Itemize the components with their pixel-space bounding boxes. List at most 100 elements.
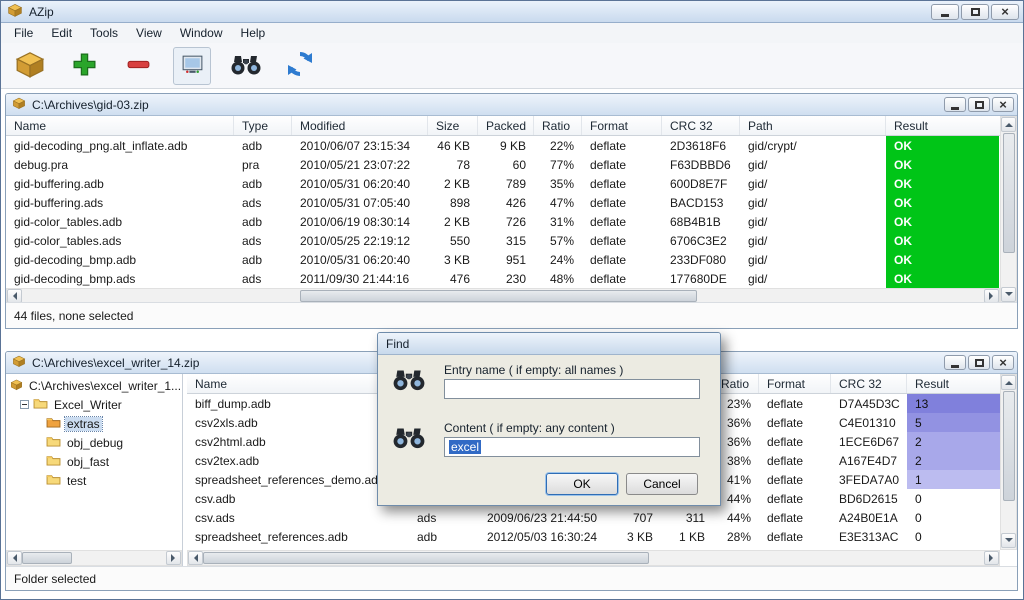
file-row[interactable]: gid-buffering.ads ads 2010/05/31 07:05:4… bbox=[6, 193, 1000, 212]
scroll-thumb[interactable] bbox=[300, 290, 697, 302]
column-header-size[interactable]: Size bbox=[428, 116, 478, 135]
cell-modified: 2011/09/30 21:44:16 bbox=[292, 269, 428, 288]
remove-entries-button[interactable] bbox=[119, 47, 157, 85]
cell-modified: 2010/05/31 07:05:40 bbox=[292, 193, 428, 212]
column-header-name[interactable]: Name bbox=[187, 374, 409, 393]
cancel-button[interactable]: Cancel bbox=[626, 473, 698, 495]
excel-close-button[interactable] bbox=[992, 355, 1014, 370]
archive-window-gid03: C:\Archives\gid-03.zip Name Type Modifie… bbox=[5, 93, 1018, 329]
scroll-down-button[interactable] bbox=[1001, 287, 1016, 302]
menu-item[interactable]: Tools bbox=[81, 24, 127, 42]
scroll-left-button[interactable] bbox=[7, 289, 22, 303]
minimize-button[interactable] bbox=[931, 4, 959, 20]
scroll-right-button[interactable] bbox=[166, 551, 181, 565]
menu-item[interactable]: Window bbox=[171, 24, 232, 42]
tree-subfolder[interactable]: extras bbox=[6, 414, 182, 433]
scroll-thumb[interactable] bbox=[22, 552, 72, 564]
file-row[interactable]: gid-decoding_bmp.adb adb 2010/05/31 06:2… bbox=[6, 250, 1000, 269]
cell-result: OK bbox=[886, 155, 999, 174]
menu-item[interactable]: File bbox=[5, 24, 42, 42]
file-row[interactable]: gid-color_tables.ads ads 2010/05/25 22:1… bbox=[6, 231, 1000, 250]
tree-subfolder[interactable]: obj_debug bbox=[6, 433, 182, 452]
column-header-format[interactable]: Format bbox=[759, 374, 831, 393]
column-header-result[interactable]: Result bbox=[886, 116, 999, 135]
column-header-crc32[interactable]: CRC 32 bbox=[662, 116, 740, 135]
column-header-type[interactable]: Type bbox=[234, 116, 292, 135]
cell-result: 0 bbox=[907, 489, 1000, 508]
scroll-down-button[interactable] bbox=[1001, 533, 1016, 548]
scroll-thumb[interactable] bbox=[1003, 391, 1015, 501]
excel-maximize-button[interactable] bbox=[968, 355, 990, 370]
cell-result: OK bbox=[886, 174, 999, 193]
file-row[interactable]: debug.pra pra 2010/05/21 23:07:22 78 60 … bbox=[6, 155, 1000, 174]
file-row[interactable]: gid-decoding_bmp.ads ads 2011/09/30 21:4… bbox=[6, 269, 1000, 288]
cell-format: deflate bbox=[759, 470, 831, 489]
scroll-thumb[interactable] bbox=[1003, 133, 1015, 253]
tree-horizontal-scrollbar[interactable] bbox=[6, 550, 182, 566]
column-header-path[interactable]: Path bbox=[740, 116, 886, 135]
menubar: FileEditToolsViewWindowHelp bbox=[1, 23, 1023, 43]
excel-horizontal-scrollbar[interactable] bbox=[187, 550, 1000, 566]
column-header-modified[interactable]: Modified bbox=[292, 116, 428, 135]
column-header-result[interactable]: Result bbox=[907, 374, 1000, 393]
gid03-table-header: Name Type Modified Size Packed Ratio For… bbox=[6, 116, 1000, 136]
recompress-button[interactable] bbox=[281, 47, 319, 85]
scroll-thumb[interactable] bbox=[203, 552, 649, 564]
column-header-packed[interactable]: Packed bbox=[478, 116, 534, 135]
find-button[interactable] bbox=[227, 47, 265, 85]
cell-ratio: 24% bbox=[534, 250, 582, 269]
menu-item[interactable]: Help bbox=[232, 24, 275, 42]
gid03-maximize-button[interactable] bbox=[968, 97, 990, 112]
cell-format: deflate bbox=[759, 489, 831, 508]
extract-button[interactable] bbox=[173, 47, 211, 85]
file-row[interactable]: spreadsheet_references.adb adb 2012/05/0… bbox=[187, 527, 1000, 546]
cell-name: gid-color_tables.adb bbox=[6, 212, 234, 231]
menu-item[interactable]: Edit bbox=[42, 24, 81, 42]
find-dialog: Find Entry name ( if empty: all names ) … bbox=[377, 332, 721, 506]
file-row[interactable]: csv.ads ads 2009/06/23 21:44:50 707 311 … bbox=[187, 508, 1000, 527]
column-header-name[interactable]: Name bbox=[6, 116, 234, 135]
file-row[interactable]: gid-color_tables.adb adb 2010/06/19 08:3… bbox=[6, 212, 1000, 231]
tree-root-item[interactable]: C:\Archives\excel_writer_1... bbox=[6, 376, 182, 395]
cell-format: deflate bbox=[759, 508, 831, 527]
gid03-minimize-button[interactable] bbox=[944, 97, 966, 112]
entry-name-input[interactable] bbox=[444, 379, 700, 399]
cell-name: csv2tex.adb bbox=[187, 451, 409, 470]
close-button[interactable] bbox=[991, 4, 1019, 20]
main-titlebar[interactable]: AZip bbox=[1, 1, 1023, 23]
cell-name: debug.pra bbox=[6, 155, 234, 174]
gid03-file-list: gid-decoding_png.alt_inflate.adb adb 201… bbox=[6, 136, 1000, 288]
file-row[interactable]: gid-buffering.adb adb 2010/05/31 06:20:4… bbox=[6, 174, 1000, 193]
refresh-icon bbox=[285, 49, 315, 82]
cell-packed: 789 bbox=[478, 174, 534, 193]
arrow-up-icon bbox=[1005, 119, 1013, 127]
column-header-format[interactable]: Format bbox=[582, 116, 662, 135]
scroll-left-button[interactable] bbox=[188, 551, 203, 565]
column-header-ratio[interactable]: Ratio bbox=[534, 116, 582, 135]
file-row[interactable]: gid-decoding_png.alt_inflate.adb adb 201… bbox=[6, 136, 1000, 155]
menu-item[interactable]: View bbox=[127, 24, 171, 42]
tree-subfolder[interactable]: test bbox=[6, 471, 182, 490]
scroll-right-button[interactable] bbox=[984, 289, 999, 303]
cell-ratio: 31% bbox=[534, 212, 582, 231]
find-dialog-titlebar[interactable]: Find bbox=[378, 333, 720, 355]
tree-folder-excel-writer[interactable]: Excel_Writer bbox=[6, 395, 182, 414]
content-input[interactable]: excel bbox=[444, 437, 700, 457]
gid03-vertical-scrollbar[interactable] bbox=[1000, 116, 1017, 304]
maximize-button[interactable] bbox=[961, 4, 989, 20]
add-entries-button[interactable] bbox=[65, 47, 103, 85]
scroll-up-button[interactable] bbox=[1001, 375, 1016, 390]
ok-button[interactable]: OK bbox=[546, 473, 618, 495]
column-header-crc32[interactable]: CRC 32 bbox=[831, 374, 907, 393]
gid03-close-button[interactable] bbox=[992, 97, 1014, 112]
open-archive-button[interactable] bbox=[11, 47, 49, 85]
scroll-right-button[interactable] bbox=[984, 551, 999, 565]
scroll-left-button[interactable] bbox=[7, 551, 22, 565]
excel-minimize-button[interactable] bbox=[944, 355, 966, 370]
cell-type: adb bbox=[234, 174, 292, 193]
gid03-titlebar[interactable]: C:\Archives\gid-03.zip bbox=[6, 94, 1017, 116]
collapse-icon[interactable] bbox=[20, 400, 29, 409]
tree-subfolder[interactable]: obj_fast bbox=[6, 452, 182, 471]
scroll-up-button[interactable] bbox=[1001, 117, 1016, 132]
excel-vertical-scrollbar[interactable] bbox=[1000, 374, 1017, 550]
